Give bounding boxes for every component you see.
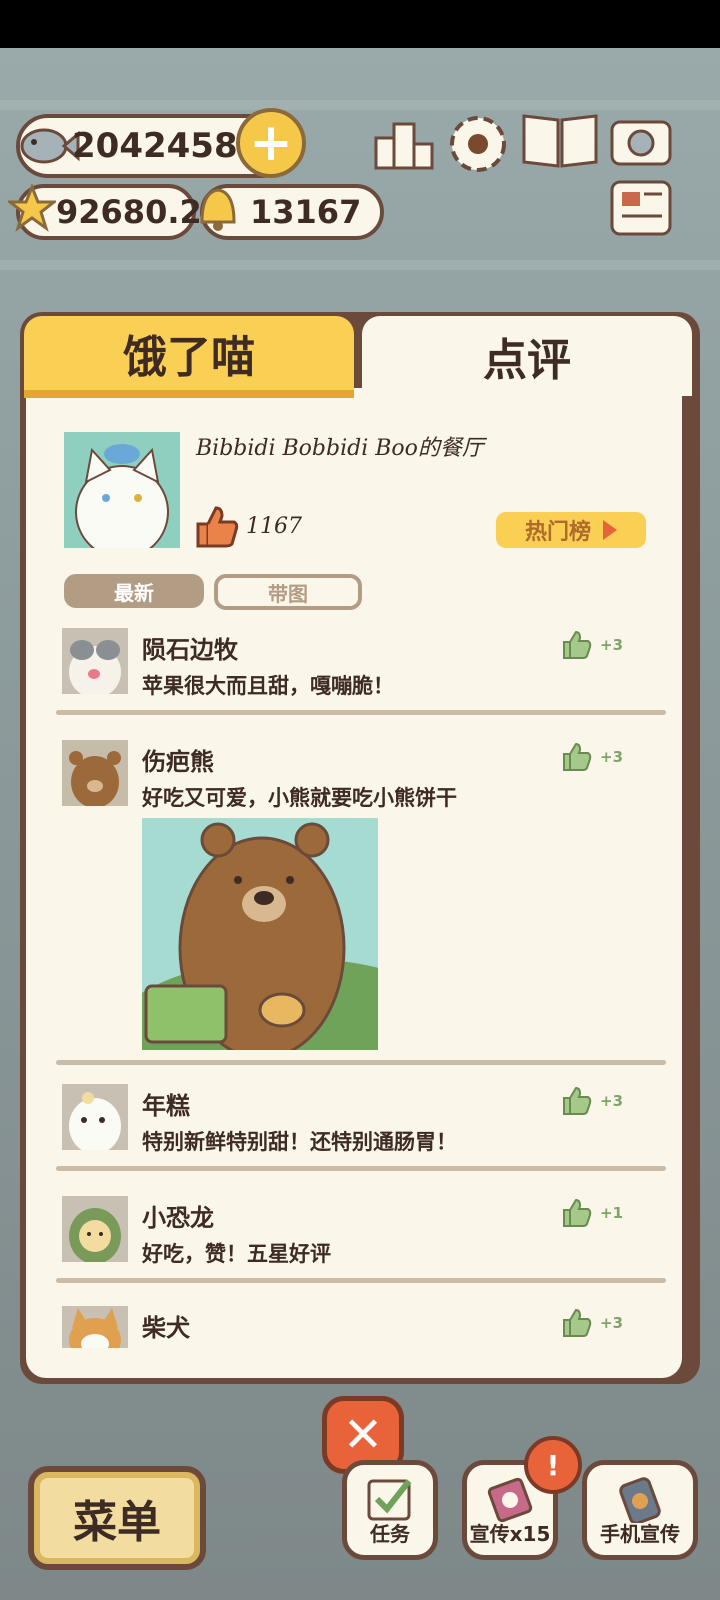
thumbs-up-icon <box>563 1308 592 1337</box>
reviewer-avatar <box>62 740 128 806</box>
review-like-button[interactable]: +3 <box>562 1086 623 1116</box>
thumbs-up-icon <box>563 630 592 659</box>
hot-ranking-label: 热门榜 <box>524 520 591 545</box>
review-like-count: +3 <box>600 636 624 654</box>
arrow-right-icon <box>603 520 617 540</box>
reviewer-avatar <box>62 1084 128 1150</box>
divider <box>56 710 666 715</box>
reviewer-name: 陨石边牧 <box>142 636 238 664</box>
thumbs-up-icon <box>563 1198 592 1227</box>
camera-icon[interactable] <box>608 110 674 170</box>
notification-badge: ! <box>524 1436 582 1494</box>
reviewer-name: 年糕 <box>142 1092 190 1120</box>
review-like-count: +3 <box>600 1314 624 1332</box>
tab-ele-miao[interactable]: 饿了喵 <box>24 316 354 398</box>
tab-reviews[interactable]: 点评 <box>362 316 692 396</box>
filter-photo-button[interactable]: 带图 <box>214 574 362 610</box>
reviewer-name: 柴犬 <box>142 1314 190 1342</box>
review-like-button[interactable]: +3 <box>562 1308 623 1338</box>
reviewer-name: 伤疤熊 <box>142 748 214 776</box>
review-text: 好吃又可爱，小熊就要吃小熊饼干 <box>142 786 457 810</box>
fish-icon <box>20 128 80 164</box>
review-like-button[interactable]: +1 <box>562 1198 623 1228</box>
review-text: 苹果很大而且甜，嘎嘣脆！ <box>142 674 394 698</box>
review-text: 特别新鲜特别甜！还特别通肠胃！ <box>142 1130 457 1154</box>
reviewer-avatar <box>62 1306 128 1348</box>
review-text: 好吃，赞！五星好评 <box>142 1242 331 1266</box>
settings-gear-icon[interactable] <box>446 112 510 176</box>
reviewer-avatar <box>62 628 128 694</box>
review-like-count: +1 <box>600 1204 624 1222</box>
thumbs-up-icon <box>563 742 592 771</box>
restaurant-likes-count: 1167 <box>246 514 302 539</box>
bell-count: 13167 <box>250 193 362 231</box>
divider <box>56 1166 666 1171</box>
checklist-icon <box>367 1479 412 1521</box>
hot-ranking-button[interactable]: 热门榜 <box>496 512 646 548</box>
bell-icon <box>200 188 236 231</box>
flyer-icon <box>487 1477 533 1523</box>
phone-promo-button[interactable]: 手机宣传 <box>582 1460 698 1560</box>
divider <box>56 1060 666 1065</box>
task-label: 任务 <box>370 1522 410 1546</box>
thumbs-up-icon <box>196 506 239 548</box>
review-like-button[interactable]: +3 <box>562 742 623 772</box>
star-count: 92680.2 <box>56 193 202 231</box>
phone-icon <box>619 1477 661 1523</box>
review-photo[interactable] <box>142 818 378 1050</box>
background-stripe <box>0 100 720 110</box>
newspaper-icon[interactable] <box>608 178 674 238</box>
status-bar <box>0 0 720 48</box>
filter-latest-button[interactable]: 最新 <box>64 574 204 608</box>
reviewer-name: 小恐龙 <box>142 1204 214 1232</box>
reviewer-avatar <box>62 1196 128 1262</box>
add-currency-button[interactable]: + <box>236 108 306 178</box>
fish-count: 20424589 <box>72 126 262 166</box>
thumbs-up-icon <box>563 1086 592 1115</box>
menu-button[interactable]: 菜单 <box>28 1466 206 1570</box>
restaurant-name: Bibbidi Bobbidi Boo的餐厅 <box>196 436 484 461</box>
star-icon <box>8 184 56 232</box>
book-icon[interactable] <box>520 108 600 172</box>
background-stripe <box>0 260 720 270</box>
review-like-button[interactable]: +3 <box>562 630 623 660</box>
ranking-icon[interactable] <box>372 116 436 172</box>
task-button[interactable]: 任务 <box>342 1460 438 1560</box>
restaurant-avatar <box>64 432 180 548</box>
review-like-count: +3 <box>600 1092 624 1110</box>
divider <box>56 1278 666 1283</box>
review-like-count: +3 <box>600 748 624 766</box>
